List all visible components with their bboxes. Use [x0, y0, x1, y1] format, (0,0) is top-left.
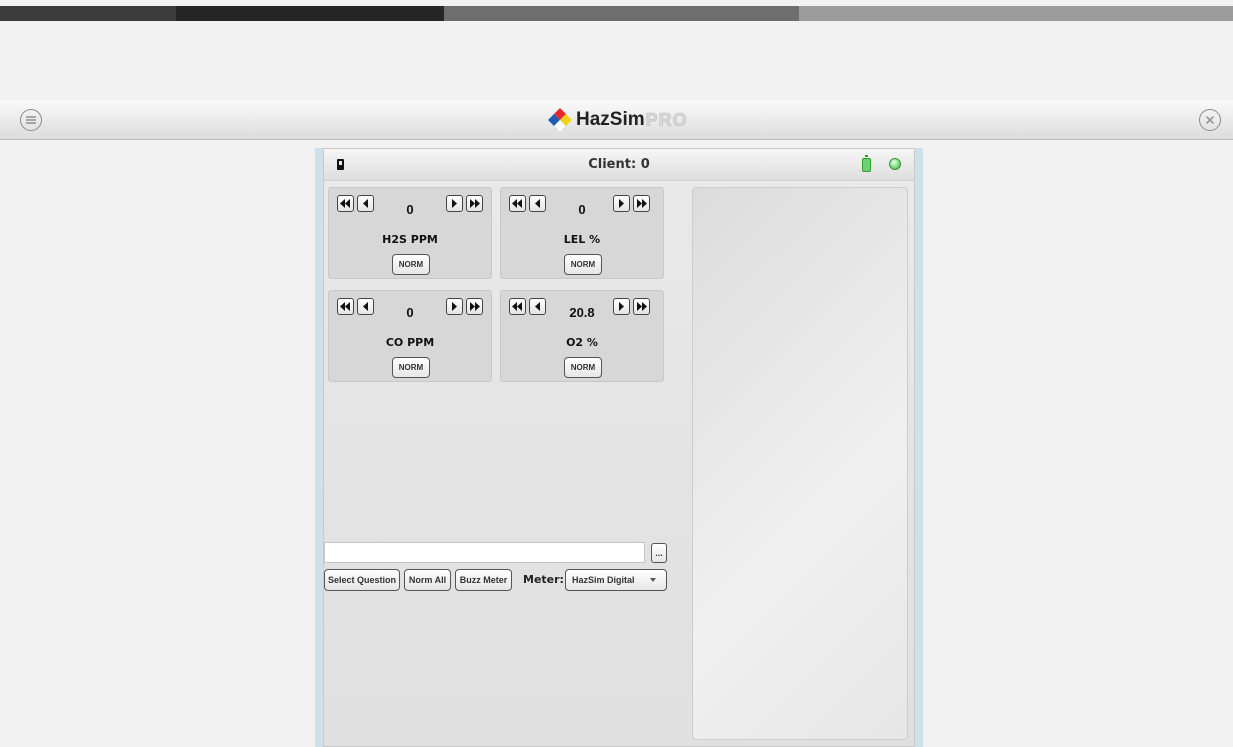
logo-suffix: PRO — [645, 109, 688, 130]
client-detail-pane — [692, 187, 908, 740]
client-title: Client: 0 — [588, 157, 650, 172]
browse-button[interactable]: ... — [651, 543, 667, 563]
sensor-label: O2 % — [566, 336, 598, 349]
fast-forward-icon[interactable] — [633, 298, 650, 315]
stripe-segment — [176, 6, 444, 21]
step-forward-icon[interactable] — [446, 298, 463, 315]
step-forward-icon[interactable] — [446, 195, 463, 212]
top-color-stripe — [0, 6, 1233, 21]
hazard-diamond-icon — [548, 108, 572, 133]
meter-select[interactable]: HazSim Digital — [565, 569, 667, 591]
stripe-segment — [444, 6, 799, 21]
meter-selected-value: HazSim Digital — [572, 575, 635, 585]
close-circle-icon[interactable] — [1199, 109, 1221, 131]
sensor-label: CO PPM — [385, 336, 435, 349]
buzz-meter-button[interactable]: Buzz Meter — [455, 569, 512, 591]
fast-forward-icon[interactable] — [633, 195, 650, 212]
step-forward-icon[interactable] — [613, 195, 630, 212]
sensor-label: LEL % — [563, 233, 601, 246]
fast-forward-icon[interactable] — [466, 298, 483, 315]
meter-label: Meter: — [523, 573, 564, 586]
battery-icon — [862, 155, 871, 172]
sensor-card-o2: 20.8 O2 % NORM — [500, 290, 664, 382]
status-light-icon — [889, 158, 901, 170]
client-panel: Client: 0 0 H2S PPM NORM 0 LEL % NORM 0 … — [315, 148, 923, 747]
sensor-card-lel: 0 LEL % NORM — [500, 187, 664, 279]
norm-button[interactable]: NORM — [564, 357, 602, 378]
sensor-card-h2s: 0 H2S PPM NORM — [328, 187, 492, 279]
stripe-segment — [0, 6, 176, 21]
app-logo: HazSim PRO — [547, 105, 688, 135]
step-forward-icon[interactable] — [613, 298, 630, 315]
norm-button[interactable]: NORM — [392, 357, 430, 378]
client-header: Client: 0 — [324, 149, 914, 181]
stripe-segment — [799, 6, 1233, 21]
question-input[interactable] — [324, 542, 645, 563]
logo-text: HazSim — [576, 109, 645, 130]
fast-forward-icon[interactable] — [466, 195, 483, 212]
app-titlebar: HazSim PRO — [0, 100, 1233, 140]
norm-button[interactable]: NORM — [392, 254, 430, 275]
select-question-button[interactable]: Select Question — [324, 569, 400, 591]
chevron-down-icon — [650, 578, 656, 582]
norm-all-button[interactable]: Norm All — [404, 569, 451, 591]
sensor-card-co: 0 CO PPM NORM — [328, 290, 492, 382]
norm-button[interactable]: NORM — [564, 254, 602, 275]
sensor-label: H2S PPM — [382, 233, 438, 246]
client-panel-body: Client: 0 0 H2S PPM NORM 0 LEL % NORM 0 … — [323, 148, 915, 747]
menu-lines-icon[interactable] — [20, 109, 42, 131]
